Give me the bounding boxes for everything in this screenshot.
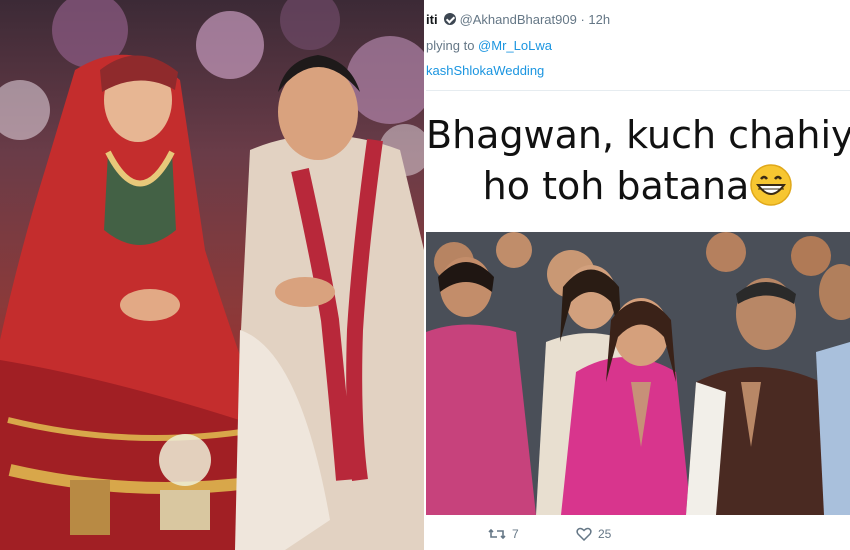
retweet-count: 7 — [512, 527, 519, 541]
replying-to-link[interactable]: @Mr_LoLwa — [478, 38, 552, 53]
display-name[interactable]: iti — [426, 12, 438, 27]
author-line: iti @AkhandBharat909 · 12h — [426, 12, 611, 27]
timestamp[interactable]: 12h — [588, 12, 610, 27]
grinning-face-icon — [750, 164, 793, 206]
like-count: 25 — [598, 527, 612, 541]
heart-icon — [576, 527, 592, 542]
replying-line: plying to @Mr_LoLwa — [426, 38, 552, 53]
retweet-button[interactable]: 7 — [488, 527, 519, 541]
wedding-couple-photo — [0, 0, 424, 550]
wedding-couple-illustration — [0, 0, 424, 550]
crowd-illustration — [426, 232, 850, 515]
tweet-panel: iti @AkhandBharat909 · 12h plying to @Mr_… — [426, 0, 850, 550]
meme-text-line1: Bhagwan, kuch chahiye — [426, 113, 850, 157]
like-button[interactable]: 25 — [576, 527, 612, 542]
replying-prefix: plying to — [426, 38, 475, 53]
verified-icon — [443, 13, 456, 25]
tweet-header: iti @AkhandBharat909 · 12h plying to @Mr_… — [426, 0, 850, 90]
hashtag-link[interactable]: kashShlokaWedding — [426, 63, 544, 78]
meme-text-line2-container: ho toh batana — [426, 163, 850, 208]
retweet-icon — [488, 528, 506, 540]
handle[interactable]: @AkhandBharat909 — [460, 12, 577, 27]
meme-text-line2: ho toh batana — [482, 164, 750, 208]
header-separator — [426, 90, 850, 91]
crowd-photo — [426, 232, 850, 515]
tweet-actions: 7 25 — [426, 515, 850, 550]
